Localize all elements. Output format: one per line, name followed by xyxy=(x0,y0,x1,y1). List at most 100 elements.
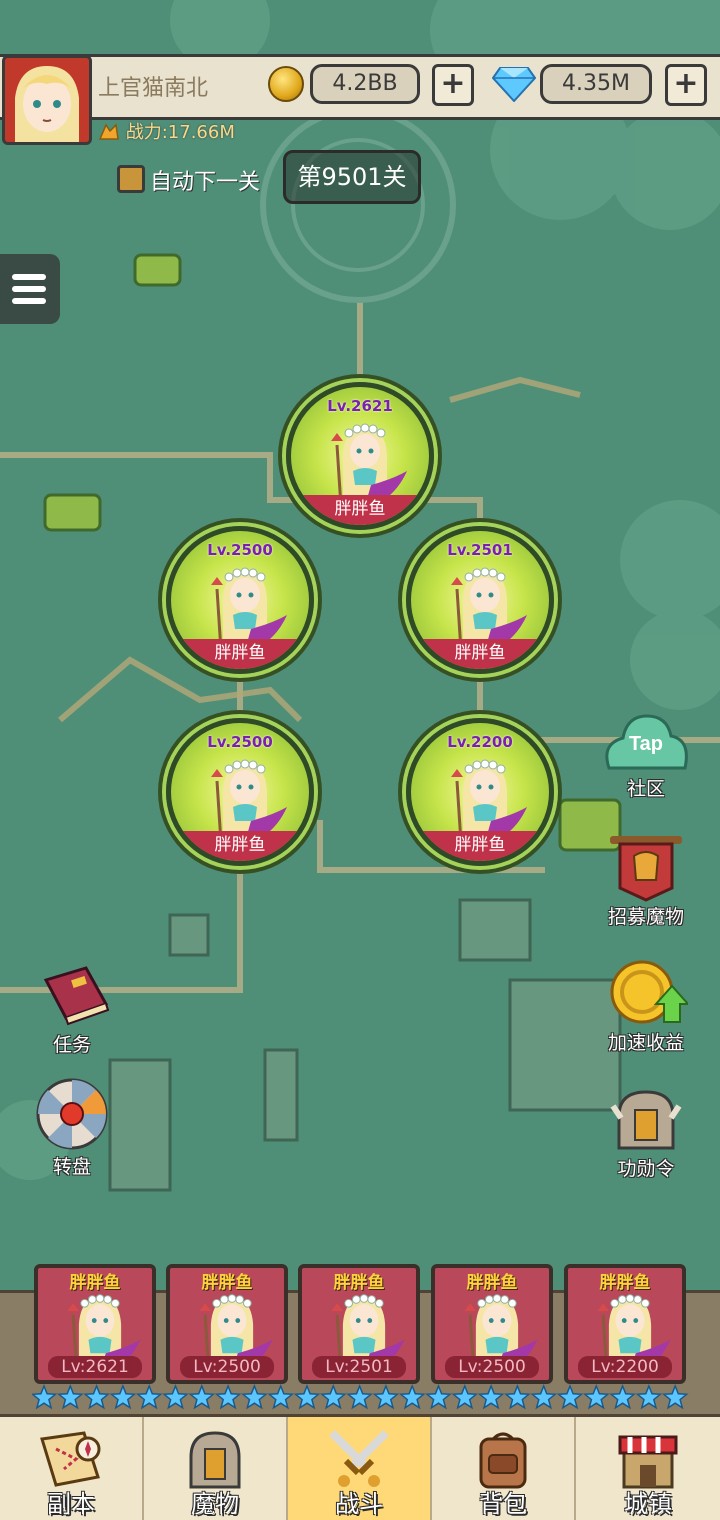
team-card[interactable]: 胖胖鱼 Lv:2500 xyxy=(431,1264,553,1384)
recruit-label: 招募魔物 xyxy=(607,906,684,928)
star-icon xyxy=(451,1384,479,1410)
town-shop-icon xyxy=(618,1435,678,1489)
wheel-label: 转盘 xyxy=(52,1156,91,1178)
star-icon xyxy=(162,1384,189,1410)
team-card-name: 胖胖鱼 xyxy=(599,1273,651,1293)
quest-label: 任务 xyxy=(52,1034,91,1056)
monster-name: 胖胖鱼 xyxy=(411,639,549,669)
helmet-medal-icon xyxy=(610,1090,682,1150)
team-card-level: Lv:2500 xyxy=(445,1356,539,1378)
monster-level: Lv.2500 xyxy=(207,733,273,751)
star-icon xyxy=(214,1384,242,1410)
star-icon xyxy=(609,1384,636,1410)
diamond-amount: 4.35M xyxy=(540,64,652,104)
power-icon xyxy=(98,123,119,140)
add-gold-button[interactable]: + xyxy=(432,64,474,106)
map-scroll-icon xyxy=(40,1431,101,1487)
avatar-portrait-icon xyxy=(5,58,89,142)
monster-level: Lv.2500 xyxy=(207,541,273,559)
combat-power-value: 战力:17.66M xyxy=(125,122,235,143)
star-icon xyxy=(582,1384,610,1410)
player-avatar[interactable] xyxy=(2,55,92,145)
gold-coin-icon xyxy=(268,66,304,102)
star-icon xyxy=(635,1384,663,1410)
star-icon xyxy=(83,1384,110,1410)
menu-line-icon xyxy=(12,286,46,292)
nav-monsters-label: 魔物 xyxy=(191,1490,239,1518)
hamburger-menu-button[interactable] xyxy=(0,254,60,324)
nav-battle-label: 战斗 xyxy=(335,1490,383,1518)
star-icon xyxy=(109,1384,137,1410)
star-rating-row xyxy=(32,1384,689,1410)
formation-monster[interactable]: Lv.2621 胖胖鱼 xyxy=(286,382,434,530)
star-icon xyxy=(425,1384,452,1410)
star-icon xyxy=(188,1384,216,1410)
speed-income-label: 加速收益 xyxy=(607,1032,684,1054)
star-icon xyxy=(319,1384,347,1410)
team-card-level: Lv:2200 xyxy=(578,1356,672,1378)
community-button[interactable]: Tap 社区 xyxy=(596,710,696,801)
nav-town[interactable]: 城镇 xyxy=(576,1417,720,1520)
team-card-level: Lv:2501 xyxy=(312,1356,406,1378)
star-icon xyxy=(556,1384,584,1410)
recruit-banner-icon xyxy=(610,836,682,902)
team-card[interactable]: 胖胖鱼 Lv:2501 xyxy=(298,1264,420,1384)
star-icon xyxy=(530,1384,558,1410)
nav-backpack-label: 背包 xyxy=(479,1490,527,1518)
monster-helmet-icon xyxy=(189,1431,241,1489)
nav-monsters[interactable]: 魔物 xyxy=(144,1417,288,1520)
nav-dungeon[interactable]: 副本 xyxy=(0,1417,144,1520)
monster-level: Lv.2501 xyxy=(447,541,513,559)
nav-dungeon-label: 副本 xyxy=(47,1490,95,1518)
monster-name: 胖胖鱼 xyxy=(291,495,429,525)
crossed-swords-icon xyxy=(329,1430,389,1487)
quest-button[interactable]: 任务 xyxy=(22,960,122,1057)
player-name: 上官猫南北 xyxy=(98,76,209,101)
team-card-name: 胖胖鱼 xyxy=(201,1273,253,1293)
team-card-level: Lv:2500 xyxy=(180,1356,274,1378)
star-icon xyxy=(135,1384,163,1410)
star-icon xyxy=(477,1384,505,1410)
team-card-name: 胖胖鱼 xyxy=(333,1273,385,1293)
spin-wheel-icon xyxy=(36,1078,108,1150)
monster-level: Lv.2621 xyxy=(327,397,393,415)
team-card[interactable]: 胖胖鱼 Lv:2500 xyxy=(166,1264,288,1384)
menu-line-icon xyxy=(12,274,46,280)
monster-level: Lv.2200 xyxy=(447,733,513,751)
auto-next-checkbox[interactable] xyxy=(117,165,145,193)
auto-next-label[interactable]: 自动下一关 xyxy=(150,164,260,196)
formation-monster[interactable]: Lv.2500 胖胖鱼 xyxy=(166,526,314,674)
team-card[interactable]: 胖胖鱼 Lv:2621 xyxy=(34,1264,156,1384)
community-label: 社区 xyxy=(626,778,665,800)
star-icon xyxy=(56,1384,84,1410)
monster-name: 胖胖鱼 xyxy=(411,831,549,861)
diamond-gem-icon xyxy=(492,67,536,102)
team-card-name: 胖胖鱼 xyxy=(466,1273,518,1293)
formation-monster[interactable]: Lv.2501 胖胖鱼 xyxy=(406,526,554,674)
wheel-button[interactable]: 转盘 xyxy=(22,1076,122,1179)
formation-monster[interactable]: Lv.2200 胖胖鱼 xyxy=(406,718,554,866)
star-icon xyxy=(346,1384,373,1410)
nav-battle[interactable]: 战斗 xyxy=(288,1417,432,1520)
formation-monster[interactable]: Lv.2500 胖胖鱼 xyxy=(166,718,314,866)
star-icon xyxy=(372,1384,400,1410)
star-icon xyxy=(293,1384,321,1410)
backpack-icon xyxy=(479,1432,527,1489)
add-diamond-button[interactable]: + xyxy=(665,64,707,106)
nav-backpack[interactable]: 背包 xyxy=(432,1417,576,1520)
medal-order-label: 功勋令 xyxy=(617,1158,675,1180)
medal-order-button[interactable]: 功勋令 xyxy=(596,1088,696,1181)
stage-number[interactable]: 第9501关 xyxy=(283,150,421,204)
gold-amount: 4.2BB xyxy=(310,64,420,104)
monster-name: 胖胖鱼 xyxy=(171,639,309,669)
team-card[interactable]: 胖胖鱼 Lv:2200 xyxy=(564,1264,686,1384)
star-icon xyxy=(504,1384,531,1410)
monster-name: 胖胖鱼 xyxy=(171,831,309,861)
star-icon xyxy=(398,1384,426,1410)
tap-badge-text: Tap xyxy=(629,733,663,755)
speed-income-button[interactable]: 加速收益 xyxy=(596,958,696,1055)
star-icon xyxy=(32,1384,58,1410)
combat-power: 战力:17.66M xyxy=(98,118,235,144)
recruit-button[interactable]: 招募魔物 xyxy=(596,832,696,929)
nav-town-label: 城镇 xyxy=(624,1490,672,1518)
